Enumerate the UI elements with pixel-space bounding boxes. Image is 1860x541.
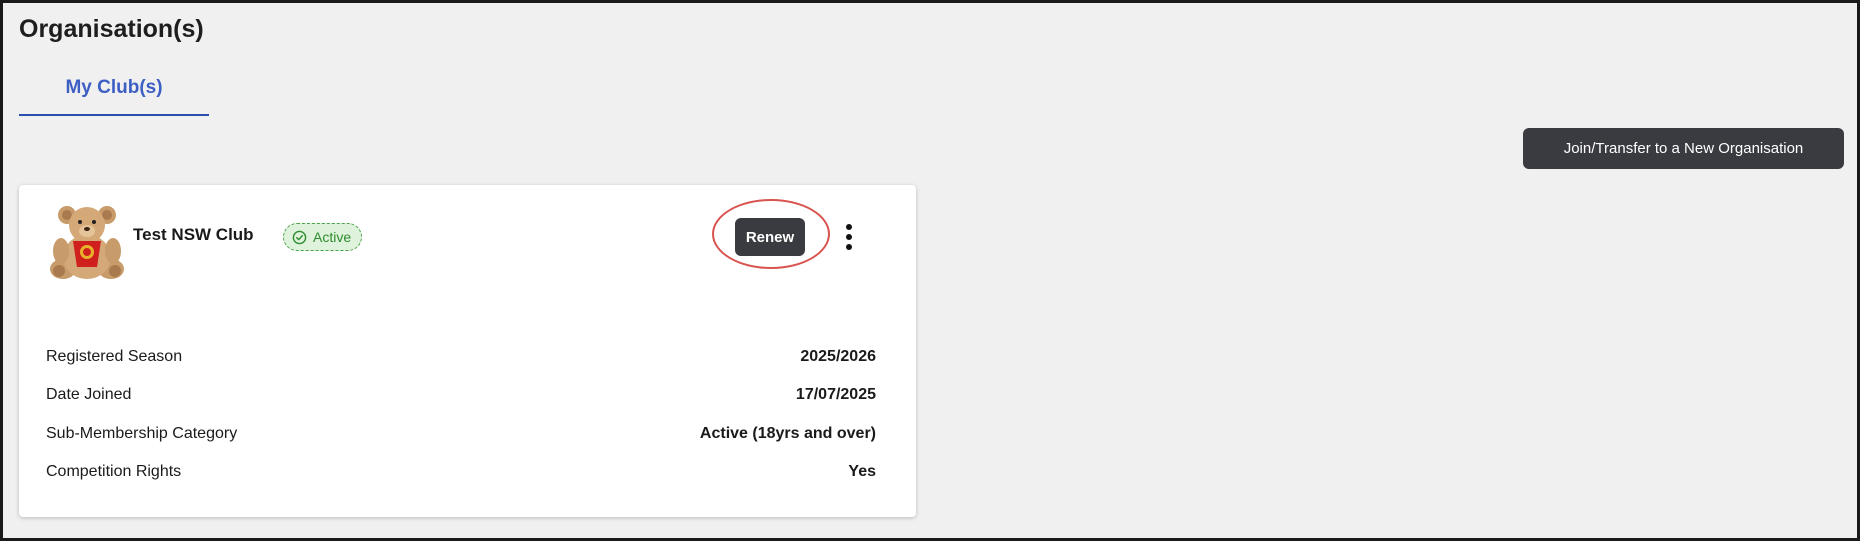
renew-button[interactable]: Renew — [735, 218, 805, 256]
detail-label: Competition Rights — [46, 463, 182, 480]
status-badge: Active — [283, 223, 363, 251]
page-title: Organisation(s) — [19, 15, 204, 43]
check-circle-icon — [292, 230, 307, 245]
detail-value: 2025/2026 — [800, 348, 876, 365]
status-label: Active — [313, 229, 352, 245]
detail-value: Active (18yrs and over) — [699, 425, 876, 442]
detail-row-competition-rights: Competition Rights Yes — [46, 461, 876, 483]
teddy-bear-icon — [50, 206, 124, 279]
club-card: Test NSW Club Active Renew Registered Se… — [19, 185, 916, 517]
club-logo — [45, 201, 129, 283]
detail-label: Registered Season — [46, 348, 183, 365]
detail-row-date-joined: Date Joined 17/07/2025 — [46, 384, 876, 406]
detail-row-sub-membership-category: Sub-Membership Category Active (18yrs an… — [46, 423, 876, 445]
detail-label: Sub-Membership Category — [46, 425, 238, 442]
detail-value: Yes — [848, 463, 876, 480]
app-window: Organisation(s) My Club(s) Join/Transfer… — [0, 0, 1860, 541]
club-name: Test NSW Club — [133, 225, 254, 244]
tab-my-clubs[interactable]: My Club(s) — [19, 71, 209, 116]
detail-value: 17/07/2025 — [795, 386, 876, 403]
detail-row-registered-season: Registered Season 2025/2026 — [46, 346, 876, 368]
more-vertical-icon[interactable] — [837, 221, 861, 253]
join-transfer-button[interactable]: Join/Transfer to a New Organisation — [1523, 128, 1844, 169]
detail-label: Date Joined — [46, 386, 132, 403]
